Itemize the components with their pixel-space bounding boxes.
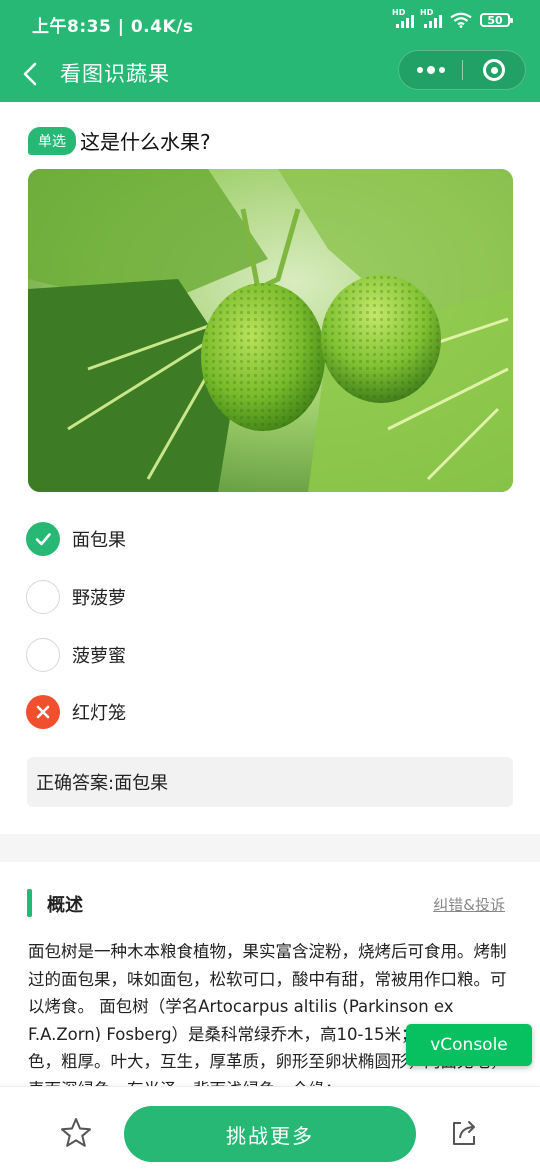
more-dots-icon — [417, 67, 423, 73]
battery-icon: 50 — [480, 13, 513, 27]
back-icon[interactable] — [14, 54, 48, 94]
option-label: 菠萝蜜 — [72, 646, 126, 667]
star-icon[interactable] — [58, 1115, 94, 1151]
option-label: 面包果 — [72, 530, 126, 551]
question-type-badge: 单选 — [28, 126, 76, 155]
miniprogram-capsule — [398, 50, 526, 90]
nav-bar: 看图识蔬果 — [0, 46, 540, 102]
status-icons: HD HD 50 — [392, 8, 513, 28]
more-dots-icon — [439, 67, 445, 73]
correct-answer-box: 正确答案: 面包果 — [27, 757, 513, 807]
hd-label: HD — [420, 8, 434, 17]
status-bar: 上午8:35 | 0.4K/s HD HD 50 — [0, 0, 540, 46]
option-label: 野菠萝 — [72, 588, 126, 609]
overview-header: 概述 纠错&投诉 — [27, 889, 513, 919]
battery-level: 50 — [487, 13, 503, 27]
option-label: 红灯笼 — [72, 703, 126, 724]
option-item-1[interactable]: 面包果 — [26, 521, 326, 557]
hd-label: HD — [392, 8, 406, 17]
signal-icon: HD — [392, 8, 414, 28]
answer-value: 面包果 — [114, 773, 169, 794]
status-time-speed: 上午8:35 | 0.4K/s — [32, 17, 194, 37]
radio-empty-icon — [26, 638, 60, 672]
question-header: 单选 这是什么水果? — [28, 126, 211, 155]
report-error-link[interactable]: 纠错&投诉 — [433, 894, 505, 915]
share-icon[interactable] — [446, 1115, 482, 1151]
signal-icon: HD — [420, 8, 442, 28]
bottom-bar: 挑战更多 — [0, 1086, 540, 1171]
question-text: 这是什么水果? — [80, 130, 211, 154]
close-miniprogram-button[interactable] — [463, 51, 525, 89]
radio-empty-icon — [26, 580, 60, 614]
more-menu-button[interactable] — [399, 51, 463, 89]
option-item-3[interactable]: 菠萝蜜 — [26, 637, 326, 673]
more-dots-icon — [427, 66, 435, 74]
section-divider — [0, 834, 540, 862]
answer-label: 正确答案: — [36, 773, 115, 794]
page-title: 看图识蔬果 — [60, 62, 170, 86]
option-item-2[interactable]: 野菠萝 — [26, 579, 326, 615]
challenge-more-button[interactable]: 挑战更多 — [124, 1106, 416, 1162]
check-icon — [26, 522, 60, 556]
target-circle-icon — [483, 59, 505, 81]
option-item-4[interactable]: 红灯笼 — [26, 694, 326, 730]
fruit-photo — [28, 169, 513, 492]
section-accent-bar — [27, 889, 32, 917]
top-bar: 上午8:35 | 0.4K/s HD HD 50 看图识蔬果 — [0, 0, 540, 102]
wifi-icon — [450, 12, 472, 28]
cross-icon — [26, 695, 60, 729]
section-title: 概述 — [47, 895, 83, 916]
vconsole-button[interactable]: vConsole — [406, 1024, 532, 1066]
